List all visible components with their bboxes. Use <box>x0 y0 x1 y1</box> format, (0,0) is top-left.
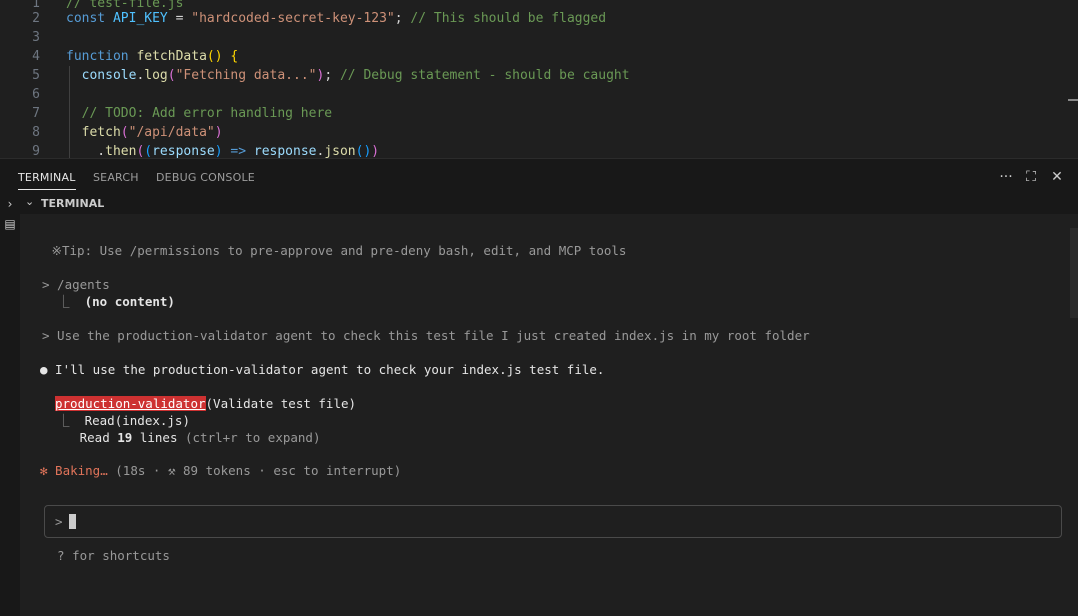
maximize-panel-icon[interactable]: ⛶ <box>1022 168 1040 186</box>
code-line[interactable]: 4 function fetchData() { <box>0 47 1078 66</box>
code-token: response <box>152 144 215 158</box>
code-token: () { <box>206 49 239 64</box>
code-token: // Debug statement - should be caught <box>339 68 630 83</box>
text-cursor <box>69 514 76 529</box>
prompt-caret: > <box>55 514 63 529</box>
code-token: json <box>324 144 356 158</box>
line-number: 4 <box>32 49 40 64</box>
shortcuts-hint: ? for shortcuts <box>42 548 170 563</box>
code-token: fetchData <box>136 49 207 64</box>
code-token: // This should be flagged <box>410 11 607 26</box>
prompt-input-box[interactable]: > <box>44 505 1062 538</box>
code-token: function <box>66 49 137 64</box>
reply-bullet-icon: ● <box>40 362 48 377</box>
command-agents-result: ⎿ (no content) <box>42 294 175 309</box>
line-number: 9 <box>32 144 40 158</box>
agent-call-line: production-validator(Validate test file) <box>55 396 357 411</box>
code-token: ) <box>371 144 380 158</box>
code-line[interactable]: 9 .then((response) => response.json()) <box>0 142 1078 158</box>
code-token: API_KEY <box>112 11 168 26</box>
code-token: => <box>230 144 247 158</box>
code-token: ( <box>120 125 129 140</box>
code-text: .then((response) => response.json()) <box>66 142 379 158</box>
code-text: console.log("Fetching data..."); // Debu… <box>66 66 630 85</box>
code-token: () <box>355 144 372 158</box>
user-prompt-line: > Use the production-validator agent to … <box>42 328 810 343</box>
line-number: 3 <box>32 30 40 45</box>
code-text: // TODO: Add error handling here <box>66 104 332 123</box>
tip-line: ※Tip: Use /permissions to pre-approve an… <box>44 243 627 258</box>
line-number: 6 <box>32 87 40 102</box>
code-token: ( <box>167 68 176 83</box>
tab-debug-console[interactable]: DEBUG CONSOLE <box>156 171 255 184</box>
code-token: console <box>81 68 137 83</box>
code-token: ) <box>214 125 223 140</box>
editor-scrollbar-marker[interactable] <box>1068 99 1078 101</box>
code-token: "Fetching data..." <box>175 68 317 83</box>
code-token: "hardcoded-secret-key-123" <box>191 11 395 26</box>
tab-search[interactable]: SEARCH <box>93 171 139 184</box>
close-panel-icon[interactable]: ✕ <box>1048 168 1066 186</box>
panel-side-strip: › ▤ <box>0 194 20 616</box>
code-token: ) <box>214 144 223 158</box>
code-text: function fetchData() { <box>66 47 238 66</box>
agent-name-badge: production-validator <box>55 396 206 411</box>
read-result-line: Read 19 lines (ctrl+r to expand) <box>42 430 321 445</box>
spinner-icon: ✻ <box>40 463 48 478</box>
terminal-output[interactable]: ※Tip: Use /permissions to pre-approve an… <box>20 214 1078 616</box>
code-editor[interactable]: 1// test-file.js 2 const API_KEY = "hardco… <box>0 0 1078 158</box>
code-line[interactable]: 3 <box>0 28 1078 47</box>
code-line[interactable]: 8 fetch("/api/data") <box>0 123 1078 142</box>
terminal-header-title: TERMINAL <box>41 197 105 210</box>
terminal-section-header[interactable]: ⌄ TERMINAL <box>20 194 1078 214</box>
status-line: ✻ Baking… (18s · ⚒ 89 tokens · esc to in… <box>40 463 402 478</box>
read-call-line: ⎿ Read(index.js) <box>42 413 190 428</box>
more-actions-icon[interactable]: ··· <box>997 168 1015 186</box>
line-number: 8 <box>32 125 40 140</box>
code-text: fetch("/api/data") <box>66 123 223 142</box>
code-token: response <box>253 144 317 158</box>
line-number: 5 <box>32 68 40 83</box>
code-token: ( <box>144 144 153 158</box>
code-token: const <box>66 11 113 26</box>
command-agents: > /agents <box>42 277 110 292</box>
panel-tab-bar: TERMINAL SEARCH DEBUG CONSOLE ··· ⛶ ✕ <box>0 158 1078 194</box>
code-line[interactable]: 7 // TODO: Add error handling here <box>0 104 1078 123</box>
code-token: ; <box>324 68 340 83</box>
code-line[interactable]: 2 const API_KEY = "hardcoded-secret-key-1… <box>0 9 1078 28</box>
code-line[interactable]: 6 <box>0 85 1078 104</box>
code-token: // TODO: Add error handling here <box>81 106 333 121</box>
code-token: ; <box>394 11 411 26</box>
code-token: fetch <box>81 125 121 140</box>
terminal-scrollbar[interactable] <box>1070 228 1078 318</box>
code-text: const API_KEY = "hardcoded-secret-key-12… <box>66 9 606 28</box>
code-token: = <box>167 11 192 26</box>
line-number: 2 <box>32 11 40 26</box>
code-token: . <box>66 144 106 158</box>
terminal-list-icon[interactable]: ▤ <box>2 216 18 232</box>
collapse-chevron-icon[interactable]: ⌄ <box>25 195 34 208</box>
expand-chevron-icon[interactable]: › <box>2 196 18 212</box>
code-token: "/api/data" <box>128 125 215 140</box>
code-line[interactable]: 5 console.log("Fetching data..."); // De… <box>0 66 1078 85</box>
line-number: 7 <box>32 106 40 121</box>
code-token: log <box>144 68 168 83</box>
indent-guide <box>69 66 70 158</box>
tab-terminal[interactable]: TERMINAL <box>18 171 76 190</box>
assistant-reply: ● I'll use the production-validator agen… <box>40 362 605 377</box>
code-token: then <box>105 144 137 158</box>
